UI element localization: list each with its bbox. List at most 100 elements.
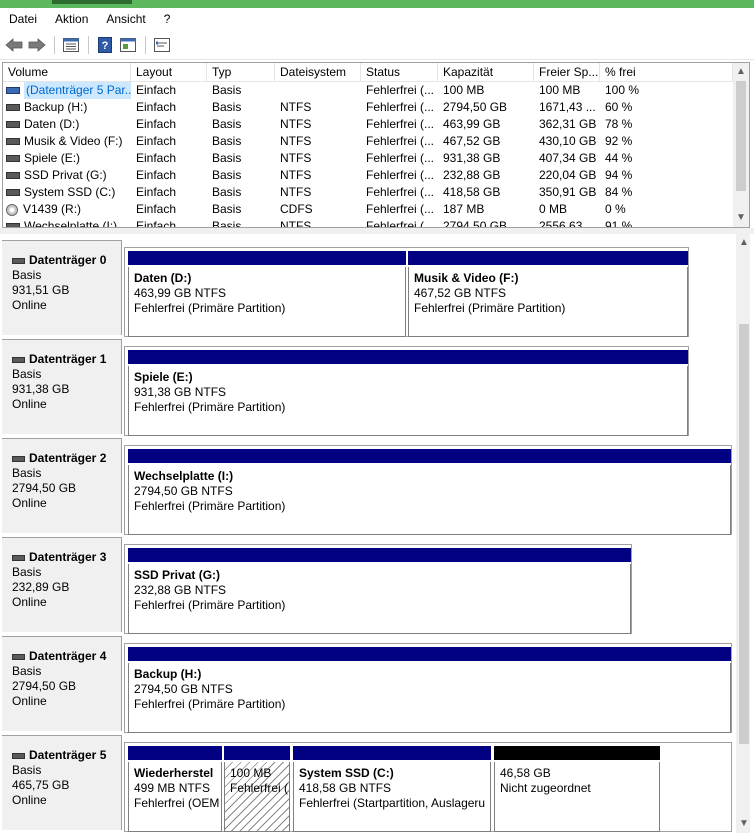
menu-aktion[interactable]: Aktion: [46, 8, 97, 30]
partition-status: Fehlerfrei (Primäre Partition): [134, 301, 286, 315]
disk-label[interactable]: Datenträger 5 Basis 465,75 GB Online: [2, 735, 122, 830]
disk-label[interactable]: Datenträger 2 Basis 2794,50 GB Online: [2, 438, 122, 533]
back-icon[interactable]: [4, 35, 24, 55]
partition[interactable]: Wechselplatte (I:) 2794,50 GB NTFS Fehlerf…: [128, 449, 731, 535]
disk-label[interactable]: Datenträger 1 Basis 931,38 GB Online: [2, 339, 122, 434]
scrollbar-thumb[interactable]: [739, 324, 749, 744]
partition-size: 467,52 GB NTFS: [414, 286, 507, 300]
list-view-icon[interactable]: [61, 35, 81, 55]
settings-icon[interactable]: [152, 35, 172, 55]
volume-row[interactable]: Musik & Video (F:) Einfach Basis NTFS Fehler…: [3, 133, 733, 150]
disk-label[interactable]: Datenträger 3 Basis 232,89 GB Online: [2, 537, 122, 632]
column-header-typ[interactable]: Typ: [207, 63, 275, 82]
column-header-kapazitaet[interactable]: Kapazität: [438, 63, 534, 82]
disk-type: Basis: [12, 565, 42, 579]
partition[interactable]: Spiele (E:) 931,38 GB NTFS Fehlerfrei (Pri…: [128, 350, 688, 436]
partition-bar: [128, 350, 688, 364]
cell-kapazitaet: 187 MB: [438, 201, 534, 218]
menu-bar: Datei Aktion Ansicht ?: [0, 8, 754, 30]
column-header-volume[interactable]: Volume: [3, 63, 131, 82]
partition[interactable]: Musik & Video (F:) 467,52 GB NTFS Fehlerfr…: [408, 251, 688, 337]
help-icon[interactable]: ?: [95, 35, 115, 55]
partition-bar: [128, 647, 731, 661]
volume-row[interactable]: Backup (H:) Einfach Basis NTFS Fehlerfrei (.…: [3, 99, 733, 116]
disk-partition-area: Spiele (E:) 931,38 GB NTFS Fehlerfrei (Pri…: [124, 346, 689, 436]
volume-list: Volume Layout Typ Dateisystem Status Kap…: [2, 62, 750, 228]
scroll-up-icon[interactable]: ▲: [733, 65, 749, 79]
cell-freier-speicher: 0 MB: [534, 201, 600, 218]
volume-list-scrollbar[interactable]: ▲ ▼: [733, 63, 749, 227]
column-header-status[interactable]: Status: [361, 63, 438, 82]
cell-layout: Einfach: [131, 99, 207, 116]
partition[interactable]: Wiederherstel 499 MB NTFS Fehlerfrei (OEM: [128, 746, 222, 832]
svg-text:?: ?: [102, 40, 109, 52]
scroll-down-icon[interactable]: ▼: [733, 211, 749, 225]
partition-name: Wiederherstel: [134, 766, 214, 780]
partition-name: System SSD (C:): [299, 766, 394, 780]
column-header-prozent-frei[interactable]: % frei: [600, 63, 733, 82]
scrollbar-thumb[interactable]: [736, 81, 746, 191]
partition[interactable]: Daten (D:) 463,99 GB NTFS Fehlerfrei (Prim…: [128, 251, 406, 337]
cell-freier-speicher: 362,31 GB: [534, 116, 600, 133]
column-header-dateisystem[interactable]: Dateisystem: [275, 63, 361, 82]
properties-icon[interactable]: [118, 35, 138, 55]
cell-text: NTFS: [280, 134, 312, 148]
cell-text: (Datenträger 5 Par...: [24, 82, 131, 99]
drive-icon: [6, 104, 20, 111]
column-header-layout[interactable]: Layout: [131, 63, 207, 82]
scroll-up-icon[interactable]: ▲: [736, 236, 750, 250]
partition-name: SSD Privat (G:): [134, 568, 221, 582]
cell-freier-speicher: 2556,63 ...: [534, 218, 600, 227]
cell-kapazitaet: 100 MB: [438, 82, 534, 99]
partition-name: Spiele (E:): [134, 370, 193, 384]
volume-row[interactable]: System SSD (C:) Einfach Basis NTFS Fehlerfre…: [3, 184, 733, 201]
drive-icon: [6, 172, 20, 179]
disk-name: Datenträger 3: [29, 550, 107, 564]
volume-row[interactable]: Wechselplatte (I:) Einfach Basis NTFS Fehler…: [3, 218, 733, 228]
cell-text: NTFS: [280, 100, 312, 114]
partition-body: Wiederherstel 499 MB NTFS Fehlerfrei (OEM: [128, 762, 222, 832]
cell-prozent-frei: 94 %: [600, 167, 733, 184]
partition[interactable]: System SSD (C:) 418,58 GB NTFS Fehlerfrei …: [293, 746, 491, 832]
partition-size: 2794,50 GB NTFS: [134, 484, 233, 498]
disk-size: 2794,50 GB: [12, 481, 77, 495]
disk-icon: [12, 455, 25, 462]
column-header-freier-speicher[interactable]: Freier Sp...: [534, 63, 600, 82]
disk-view-scrollbar[interactable]: ▲ ▼: [736, 234, 750, 833]
volume-row[interactable]: SSD Privat (G:) Einfach Basis NTFS Fehlerfre…: [3, 167, 733, 184]
cell-dateisystem: [275, 82, 361, 99]
volume-row[interactable]: V1439 (R:) Einfach Basis CDFS Fehlerfrei (..…: [3, 201, 733, 218]
menu-help[interactable]: ?: [155, 8, 180, 30]
partition[interactable]: 100 MB Fehlerfrei (: [224, 746, 290, 832]
disk-icon: [12, 653, 25, 660]
scroll-down-icon[interactable]: ▼: [736, 817, 750, 831]
disk-label[interactable]: Datenträger 4 Basis 2794,50 GB Online: [2, 636, 122, 731]
cell-text: 350,91 GB: [539, 185, 597, 199]
cell-status: Fehlerfrei (...: [361, 99, 438, 116]
partition-body: Backup (H:) 2794,50 GB NTFS Fehlerfrei (Pr…: [128, 663, 731, 733]
cell-text: 1671,43 ...: [539, 100, 596, 114]
volume-row[interactable]: Spiele (E:) Einfach Basis NTFS Fehlerfrei (.…: [3, 150, 733, 167]
partition-status: Fehlerfrei (Primäre Partition): [134, 697, 286, 711]
cell-status: Fehlerfrei (...: [361, 218, 438, 227]
partition[interactable]: Backup (H:) 2794,50 GB NTFS Fehlerfrei (Pr…: [128, 647, 731, 733]
disk-title: Datenträger 0: [12, 253, 121, 268]
menu-datei[interactable]: Datei: [0, 8, 46, 30]
disk-partition-area: Wiederherstel 499 MB NTFS Fehlerfrei (OEM 1…: [124, 742, 732, 832]
cell-text: Basis: [212, 168, 242, 182]
partition-bar: [128, 746, 222, 760]
cell-layout: Einfach: [131, 116, 207, 133]
cell-text: Einfach: [136, 219, 177, 228]
disk-icon: [12, 356, 25, 363]
disk-label[interactable]: Datenträger 0 Basis 931,51 GB Online: [2, 240, 122, 335]
cell-text: Basis: [212, 117, 242, 131]
menu-ansicht[interactable]: Ansicht: [97, 8, 154, 30]
volume-row[interactable]: Daten (D:) Einfach Basis NTFS Fehlerfrei (..…: [3, 116, 733, 133]
drive-icon: [6, 87, 20, 94]
partition[interactable]: 46,58 GB Nicht zugeordnet: [494, 746, 660, 832]
cell-text: 100 MB: [539, 83, 581, 97]
volume-row[interactable]: (Datenträger 5 Par... Einfach Basis Fehlerf…: [3, 82, 733, 99]
cell-typ: Basis: [207, 82, 275, 99]
partition[interactable]: SSD Privat (G:) 232,88 GB NTFS Fehlerfrei …: [128, 548, 631, 634]
forward-icon[interactable]: [27, 35, 47, 55]
